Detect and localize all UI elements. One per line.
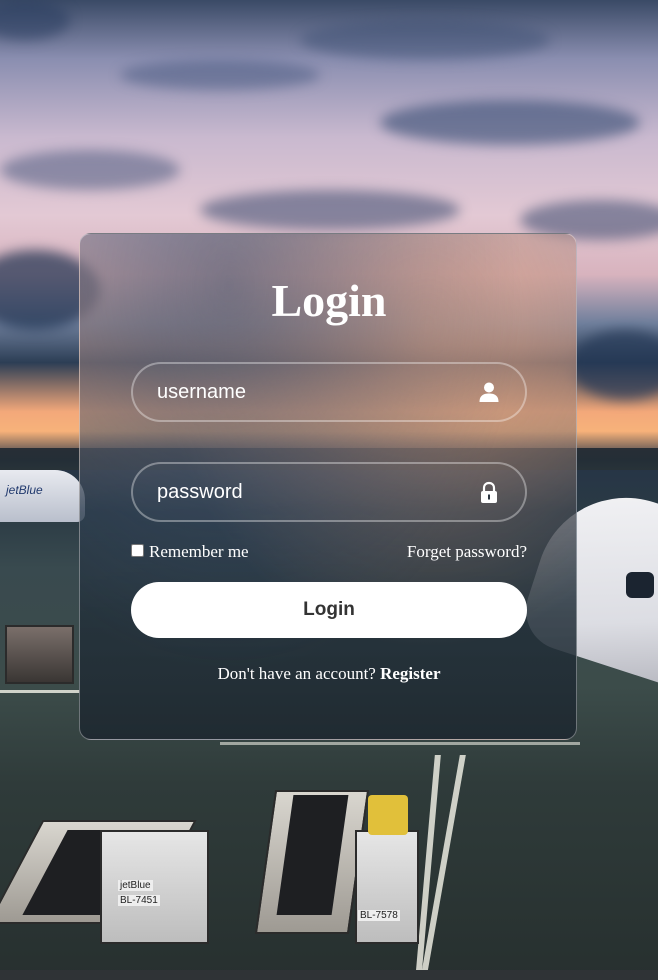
user-icon: [478, 381, 500, 403]
lock-icon: [478, 481, 500, 503]
register-link[interactable]: Register: [380, 664, 440, 683]
no-account-text: Don't have an account?: [217, 664, 381, 683]
options-row: Remember me Forget password?: [131, 542, 527, 566]
vehicle-label-bl7451: BL-7451: [118, 895, 160, 906]
login-card: Login Remember me Forget password? Login: [79, 233, 577, 740]
vehicle-label-bl7578: BL-7578: [358, 910, 400, 921]
forget-password-link[interactable]: Forget password?: [407, 542, 527, 562]
vehicle-label-jetblue: jetBlue: [118, 880, 153, 891]
username-field[interactable]: [131, 362, 527, 422]
password-field[interactable]: [131, 462, 527, 522]
register-prompt: Don't have an account? Register: [80, 664, 578, 684]
remember-label: Remember me: [149, 542, 249, 561]
login-title: Login: [271, 275, 387, 326]
remember-checkbox[interactable]: [131, 543, 144, 557]
login-button[interactable]: Login: [131, 582, 527, 638]
remember-me[interactable]: Remember me: [131, 542, 249, 562]
plane-livery-text: jetBlue: [6, 483, 43, 497]
bottom-edge: [0, 970, 658, 980]
username-input[interactable]: [157, 364, 457, 420]
password-input[interactable]: [157, 464, 457, 520]
